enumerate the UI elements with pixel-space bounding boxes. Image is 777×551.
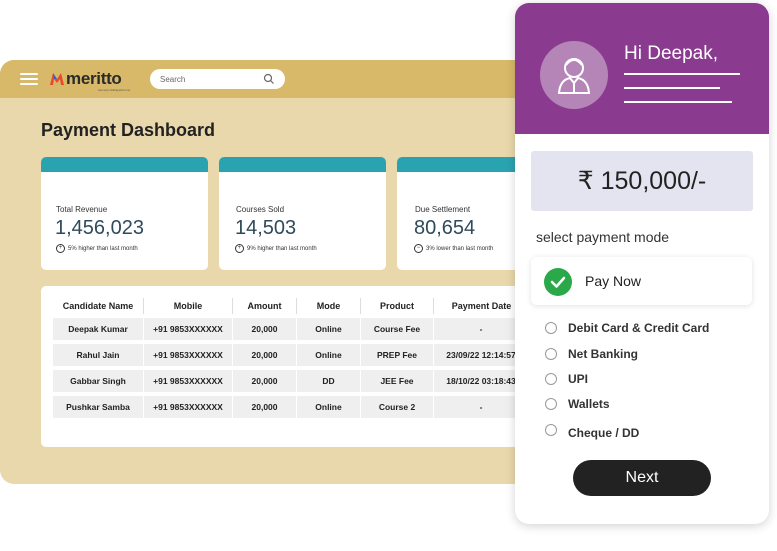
- card-note-text: 9% higher than last month: [247, 246, 317, 253]
- total-revenue-card: Total Revenue 1,456,023 +5% higher than …: [41, 157, 208, 270]
- cell-product: PREP Fee: [361, 344, 434, 366]
- option-label: Debit Card & Credit Card: [568, 321, 710, 335]
- check-icon: [544, 268, 572, 296]
- next-button[interactable]: Next: [573, 460, 711, 496]
- card-note: +9% higher than last month: [235, 244, 317, 253]
- payment-amount: ₹ 150,000/-: [577, 167, 707, 195]
- cell-mobile: +91 9853XXXXXX: [144, 396, 233, 418]
- cell-product: Course Fee: [361, 318, 434, 340]
- cell-candidate-name: Rahul Jain: [53, 344, 144, 366]
- card-value: 14,503: [235, 217, 297, 239]
- table-header-row: Candidate Name Mobile Amount Mode Produc…: [53, 298, 529, 314]
- payment-card: Hi Deepak, ₹ 150,000/- select payment mo…: [515, 3, 769, 524]
- user-avatar-icon: [557, 58, 591, 94]
- search-icon[interactable]: [263, 73, 275, 85]
- option-label: Wallets: [568, 397, 610, 411]
- page-title: Payment Dashboard: [41, 120, 216, 140]
- avatar: [540, 41, 608, 109]
- logo-text: meritto: [66, 69, 122, 88]
- table-row[interactable]: Deepak Kumar +91 9853XXXXXX 20,000 Onlin…: [53, 318, 529, 340]
- card-value: 80,654: [414, 217, 476, 239]
- cell-amount: 20,000: [233, 344, 297, 366]
- trend-up-icon: +: [235, 244, 244, 253]
- cell-candidate-name: Pushkar Samba: [53, 396, 144, 418]
- card-note: +5% higher than last month: [56, 244, 138, 253]
- pay-now-label: Pay Now: [585, 273, 642, 289]
- search-box: [150, 69, 285, 89]
- trend-down-icon: −: [414, 244, 423, 253]
- card-value: 1,456,023: [55, 217, 144, 239]
- courses-sold-card: Courses Sold 14,503 +9% higher than last…: [219, 157, 386, 270]
- card-label: Total Revenue: [56, 205, 108, 214]
- cell-mobile: +91 9853XXXXXX: [144, 370, 233, 392]
- cell-candidate-name: Gabbar Singh: [53, 370, 144, 392]
- cell-product: Course 2: [361, 396, 434, 418]
- cell-mode: DD: [297, 370, 361, 392]
- cell-product: JEE Fee: [361, 370, 434, 392]
- option-label: Net Banking: [568, 347, 639, 361]
- card-accent-bar: [41, 157, 208, 172]
- column-header[interactable]: Mobile: [144, 298, 233, 314]
- card-note-text: 3% lower than last month: [426, 246, 494, 253]
- table-row[interactable]: Gabbar Singh +91 9853XXXXXX 20,000 DD JE…: [53, 370, 529, 392]
- pay-now-option[interactable]: Pay Now: [531, 257, 752, 305]
- payment-card-header: Hi Deepak,: [515, 3, 769, 134]
- cell-amount: 20,000: [233, 370, 297, 392]
- card-note: −3% lower than last month: [414, 244, 493, 253]
- column-header[interactable]: Product: [361, 298, 434, 314]
- cell-mode: Online: [297, 396, 361, 418]
- column-header[interactable]: Amount: [233, 298, 297, 314]
- cell-mobile: +91 9853XXXXXX: [144, 318, 233, 340]
- hamburger-menu-icon[interactable]: [20, 73, 38, 85]
- radio-icon[interactable]: [545, 398, 557, 410]
- placeholder-line: [624, 87, 720, 89]
- trend-up-icon: +: [56, 244, 65, 253]
- column-header[interactable]: Candidate Name: [53, 298, 144, 314]
- option-label: UPI: [568, 372, 589, 386]
- card-label: Courses Sold: [236, 205, 285, 214]
- greeting-text: Hi Deepak,: [624, 43, 718, 64]
- cell-amount: 20,000: [233, 396, 297, 418]
- radio-icon[interactable]: [545, 348, 557, 360]
- card-note-text: 5% higher than last month: [68, 246, 138, 253]
- table-row[interactable]: Rahul Jain +91 9853XXXXXX 20,000 Online …: [53, 344, 529, 366]
- cell-mode: Online: [297, 344, 361, 366]
- option-label: Cheque / DD: [568, 426, 640, 440]
- logo-subtext: formerly NoPaperForms: [98, 88, 131, 92]
- card-accent-bar: [219, 157, 386, 172]
- payment-mode-title: select payment mode: [536, 229, 670, 245]
- card-label: Due Settlement: [415, 205, 471, 214]
- amount-box: ₹ 150,000/-: [531, 151, 753, 211]
- placeholder-line: [624, 101, 732, 103]
- search-input[interactable]: [160, 72, 260, 86]
- placeholder-line: [624, 73, 740, 75]
- cell-candidate-name: Deepak Kumar: [53, 318, 144, 340]
- radio-icon[interactable]: [545, 373, 557, 385]
- radio-icon[interactable]: [545, 322, 557, 334]
- column-header[interactable]: Mode: [297, 298, 361, 314]
- cell-mobile: +91 9853XXXXXX: [144, 344, 233, 366]
- table-row[interactable]: Pushkar Samba +91 9853XXXXXX 20,000 Onli…: [53, 396, 529, 418]
- radio-icon[interactable]: [545, 424, 557, 436]
- cell-mode: Online: [297, 318, 361, 340]
- logo-mark-icon: [50, 73, 64, 85]
- cell-amount: 20,000: [233, 318, 297, 340]
